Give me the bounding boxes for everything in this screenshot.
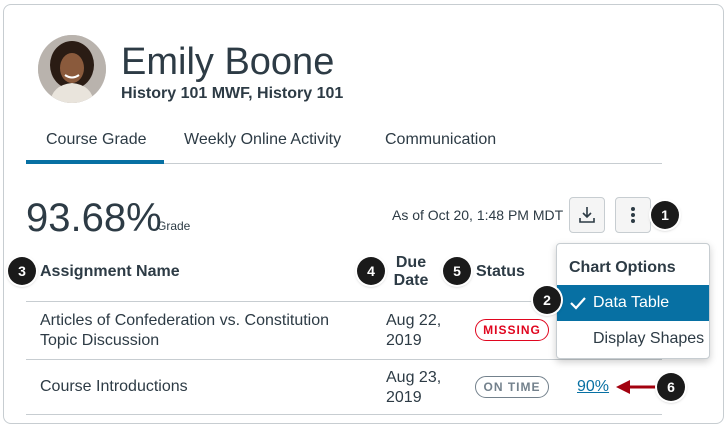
header-due-date[interactable]: Due Date xyxy=(393,254,429,290)
student-courses: History 101 MWF, History 101 xyxy=(121,85,344,102)
tab-weekly-online-activity[interactable]: Weekly Online Activity xyxy=(184,120,341,164)
menu-item-display-shapes[interactable]: Display Shapes xyxy=(557,321,709,357)
menu-item-data-table[interactable]: Data Table xyxy=(557,285,709,321)
header-assignment-name[interactable]: Assignment Name xyxy=(40,263,180,281)
score-link[interactable]: 90% xyxy=(577,378,609,396)
header-status[interactable]: Status xyxy=(476,263,525,281)
due-date-line1: Aug 23, xyxy=(386,369,442,386)
table-row-assignment-name[interactable]: Course Introductions xyxy=(40,377,188,397)
kebab-menu-icon xyxy=(631,207,635,223)
callout-2: 2 xyxy=(533,286,561,314)
due-date-line1: Aug 22, xyxy=(386,312,442,329)
current-grade: 93.68% xyxy=(26,196,162,240)
grade-timestamp: As of Oct 20, 1:48 PM MDT xyxy=(392,207,564,223)
menu-item-label: Data Table xyxy=(593,294,670,311)
due-date-line2: 2019 xyxy=(386,332,422,349)
callout-3: 3 xyxy=(8,257,36,285)
header-due-line1: Due xyxy=(395,254,427,271)
table-divider xyxy=(26,414,662,415)
student-name: Emily Boone xyxy=(121,41,335,83)
tab-communication[interactable]: Communication xyxy=(385,120,496,164)
arrow-icon xyxy=(616,380,660,394)
chart-options-button[interactable] xyxy=(615,197,651,233)
status-badge-missing: MISSING xyxy=(475,319,549,341)
assignment-name-line1: Articles of Confederation vs. Constituti… xyxy=(40,312,330,329)
table-divider xyxy=(26,301,566,302)
callout-4: 4 xyxy=(357,257,385,285)
download-icon xyxy=(579,207,595,223)
avatar xyxy=(38,35,106,103)
table-row-due-date: Aug 23, 2019 xyxy=(386,368,441,408)
grade-label: Grade xyxy=(157,219,191,233)
tab-bar: Course Grade Weekly Online Activity Comm… xyxy=(26,120,662,164)
status-badge-on-time: ON TIME xyxy=(475,376,549,398)
tab-course-grade[interactable]: Course Grade xyxy=(26,120,164,164)
table-row-assignment-name[interactable]: Articles of Confederation vs. Constituti… xyxy=(40,311,329,351)
checkmark-icon xyxy=(570,297,586,310)
chart-options-menu: Chart Options Data Table Display Shapes xyxy=(556,243,710,359)
assignment-name-line2: Topic Discussion xyxy=(40,332,160,349)
callout-1: 1 xyxy=(651,201,679,229)
header-due-line2: Date xyxy=(393,272,429,289)
table-divider xyxy=(26,359,662,360)
due-date-line2: 2019 xyxy=(386,389,422,406)
callout-6: 6 xyxy=(657,373,685,401)
callout-5: 5 xyxy=(443,257,471,285)
menu-title: Chart Options xyxy=(569,259,676,276)
table-row-due-date: Aug 22, 2019 xyxy=(386,311,441,351)
download-button[interactable] xyxy=(569,197,605,233)
